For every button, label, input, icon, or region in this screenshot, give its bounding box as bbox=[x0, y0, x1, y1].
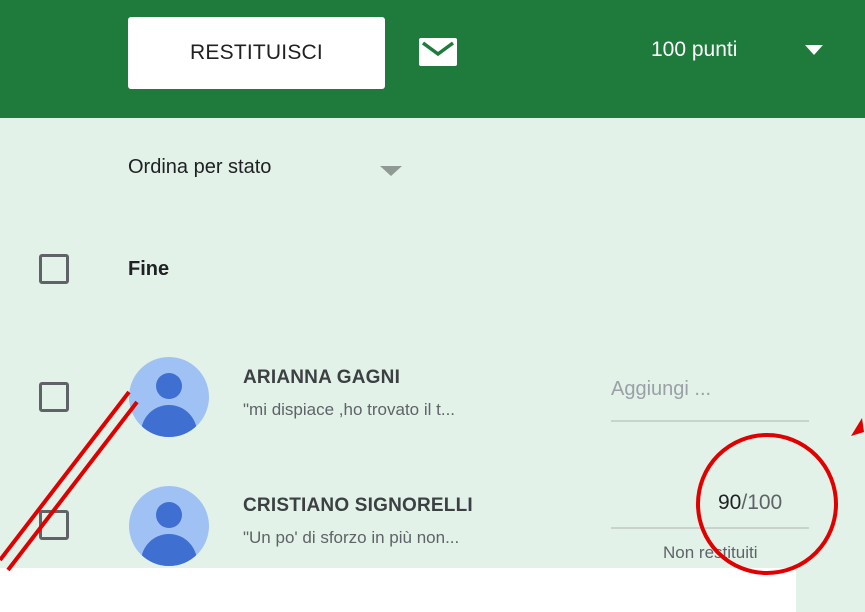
student-checkbox[interactable] bbox=[39, 510, 69, 540]
status-text: Non restituiti bbox=[663, 543, 758, 562]
student-comment[interactable]: "mi dispiace ,ho trovato il t... bbox=[243, 400, 455, 420]
grade-input-underline bbox=[611, 527, 809, 529]
grade-input-underline bbox=[611, 420, 809, 422]
sort-caret-icon[interactable] bbox=[380, 166, 402, 178]
student-name[interactable]: ARIANNA GAGNI bbox=[243, 367, 400, 389]
avatar-body bbox=[141, 534, 197, 566]
grade-numerator: 90 bbox=[718, 491, 742, 514]
avatar bbox=[129, 357, 209, 437]
panel-edge bbox=[796, 568, 865, 612]
select-all-checkbox[interactable] bbox=[39, 254, 69, 284]
mail-icon[interactable] bbox=[419, 38, 457, 66]
student-checkbox[interactable] bbox=[39, 382, 69, 412]
group-label: Fine bbox=[128, 258, 170, 280]
avatar-body bbox=[141, 405, 197, 437]
points-label[interactable]: 100 punti bbox=[651, 38, 737, 62]
grade-value[interactable]: 90/100 bbox=[718, 491, 782, 515]
student-name[interactable]: CRISTIANO SIGNORELLI bbox=[243, 495, 473, 517]
return-button[interactable]: RESTITUISCI bbox=[128, 17, 385, 89]
avatar bbox=[129, 486, 209, 566]
grade-input[interactable]: Aggiungi ... bbox=[611, 378, 711, 401]
student-comment[interactable]: "Un po' di sforzo in più non... bbox=[243, 528, 459, 548]
avatar-head bbox=[156, 373, 182, 399]
caret-down-icon[interactable] bbox=[805, 45, 823, 57]
avatar-head bbox=[156, 502, 182, 528]
sort-dropdown[interactable]: Ordina per stato bbox=[128, 156, 271, 179]
grade-denominator: /100 bbox=[741, 491, 783, 514]
